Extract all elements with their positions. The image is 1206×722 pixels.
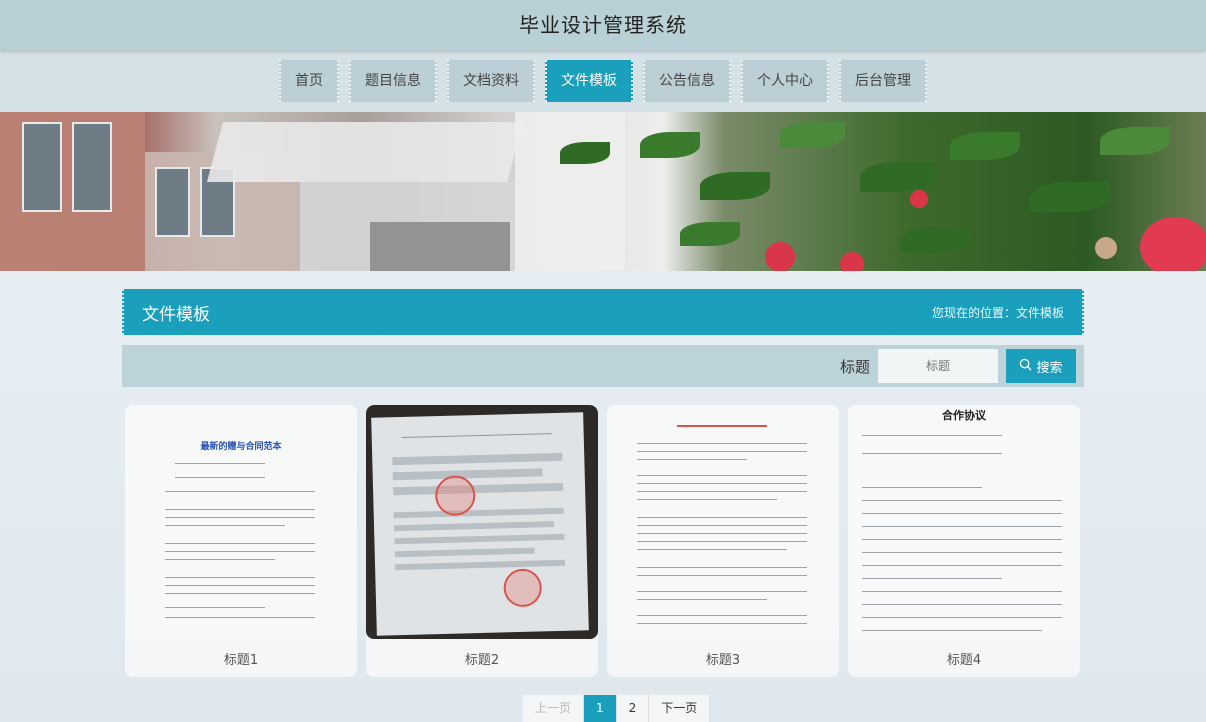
pagination: 上一页 1 2 下一页 [523,695,711,722]
nav-templates[interactable]: 文件模板 [545,60,633,102]
template-caption: 标题2 [464,652,500,668]
nav-profile[interactable]: 个人中心 [741,60,829,102]
nav-home[interactable]: 首页 [279,60,339,102]
page-2-button[interactable]: 2 [616,695,650,722]
prev-page-button[interactable]: 上一页 [523,695,585,722]
section-title: 文件模板 [142,304,210,325]
template-card-2[interactable]: 标题2 [366,405,598,677]
search-button-label: 搜索 [1036,360,1063,376]
next-page-button[interactable]: 下一页 [649,695,711,722]
search-input[interactable] [878,349,998,383]
page-1-button[interactable]: 1 [584,695,617,722]
template-caption: 标题3 [705,652,741,668]
banner-image [0,112,1206,271]
template-caption: 标题4 [946,652,982,668]
template-card-3[interactable]: 标题3 [607,405,839,677]
nav-admin[interactable]: 后台管理 [839,60,927,102]
template-thumbnail: 最新的赠与合同范本 [125,405,357,639]
doc-heading: 最新的赠与合同范本 [200,442,282,452]
main-nav: 首页 题目信息 文档资料 文件模板 公告信息 个人中心 后台管理 [0,50,1206,112]
template-caption: 标题1 [223,652,259,668]
template-thumbnail [366,405,598,639]
template-list: 最新的赠与合同范本 标题1 标题2 标题3 合作协议 标题4 [122,405,1084,677]
nav-topics[interactable]: 题目信息 [349,60,437,102]
template-card-1[interactable]: 最新的赠与合同范本 标题1 [125,405,357,677]
template-thumbnail: 合作协议 [848,405,1080,639]
search-icon [1019,358,1033,375]
main-content: 文件模板 您现在的位置：文件模板 标题 搜索 最新的赠与合同范本 [122,289,1084,677]
search-button[interactable]: 搜索 [1006,349,1076,383]
search-bar: 标题 搜索 [122,345,1084,387]
site-title: 毕业设计管理系统 [0,0,1206,50]
template-thumbnail [607,405,839,639]
breadcrumb: 您现在的位置：文件模板 [931,305,1064,320]
nav-announcements[interactable]: 公告信息 [643,60,731,102]
template-card-4[interactable]: 合作协议 标题4 [848,405,1080,677]
search-label: 标题 [839,357,870,376]
section-header: 文件模板 您现在的位置：文件模板 [122,289,1084,335]
nav-documents[interactable]: 文档资料 [447,60,535,102]
doc-heading: 合作协议 [942,409,986,422]
